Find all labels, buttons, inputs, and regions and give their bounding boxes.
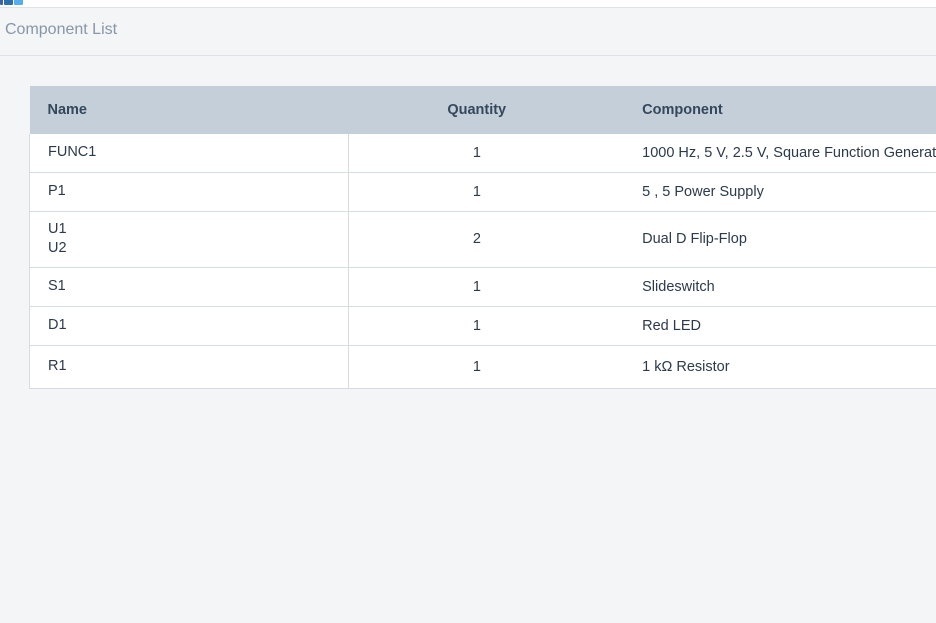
- table-header: Name Quantity Component: [29, 86, 936, 134]
- section-header: Component List: [0, 8, 936, 56]
- cell-name: D1: [29, 306, 349, 345]
- component-designator: U1: [48, 221, 67, 237]
- cell-quantity: 1: [472, 278, 481, 295]
- header-component: Component: [642, 102, 723, 118]
- table-header-row: Name Quantity Component: [29, 86, 936, 134]
- cell-component: 5 , 5 Power Supply: [642, 183, 764, 200]
- cell-quantity: 1: [472, 144, 481, 161]
- cell-component: 1000 Hz, 5 V, 2.5 V, Square Function Gen…: [642, 144, 936, 161]
- cell-name: U1 U2: [29, 211, 349, 267]
- cell-quantity: 2: [472, 231, 481, 247]
- section-title: Component List: [5, 21, 118, 38]
- component-table: Name Quantity Component FUNC1 1 1000 Hz,…: [29, 86, 936, 389]
- component-designator: D1: [48, 317, 67, 333]
- table-row: R1 1 1 kΩ Resistor: [29, 345, 936, 388]
- table-body: FUNC1 1 1000 Hz, 5 V, 2.5 V, Square Func…: [29, 134, 936, 388]
- component-designator: R1: [48, 358, 67, 374]
- cell-component: Slideswitch: [642, 278, 715, 295]
- component-designator: S1: [48, 278, 66, 294]
- header-name: Name: [47, 102, 88, 118]
- cell-component: Dual D Flip-Flop: [642, 231, 747, 247]
- facebook-icon[interactable]: [0, 0, 3, 5]
- cell-quantity: 1: [472, 317, 481, 334]
- table-row: U1 U2 2 Dual D Flip-Flop: [29, 211, 936, 267]
- cell-name: P1: [29, 172, 349, 211]
- cell-name: R1: [29, 345, 349, 388]
- table-row: FUNC1 1 1000 Hz, 5 V, 2.5 V, Square Func…: [29, 134, 936, 172]
- cell-component: Red LED: [642, 317, 701, 334]
- table-row: S1 1 Slideswitch: [29, 267, 936, 306]
- twitter-icon[interactable]: [14, 0, 23, 5]
- cell-quantity: 1: [472, 358, 481, 375]
- share-icons: [0, 0, 23, 5]
- header-quantity: Quantity: [447, 102, 507, 118]
- cell-quantity: 1: [472, 183, 481, 200]
- cell-component: 1 kΩ Resistor: [642, 358, 730, 375]
- component-table-wrap: Name Quantity Component FUNC1 1 1000 Hz,…: [29, 86, 936, 389]
- cell-name: S1: [29, 267, 349, 306]
- component-designator: FUNC1: [48, 144, 97, 161]
- linkedin-icon[interactable]: [4, 0, 13, 5]
- table-row: D1 1 Red LED: [29, 306, 936, 345]
- top-bar: [0, 0, 936, 8]
- table-row: P1 1 5 , 5 Power Supply: [29, 172, 936, 211]
- cell-name: FUNC1: [29, 134, 349, 172]
- component-designator: U2: [48, 240, 67, 256]
- component-designator: P1: [48, 183, 66, 199]
